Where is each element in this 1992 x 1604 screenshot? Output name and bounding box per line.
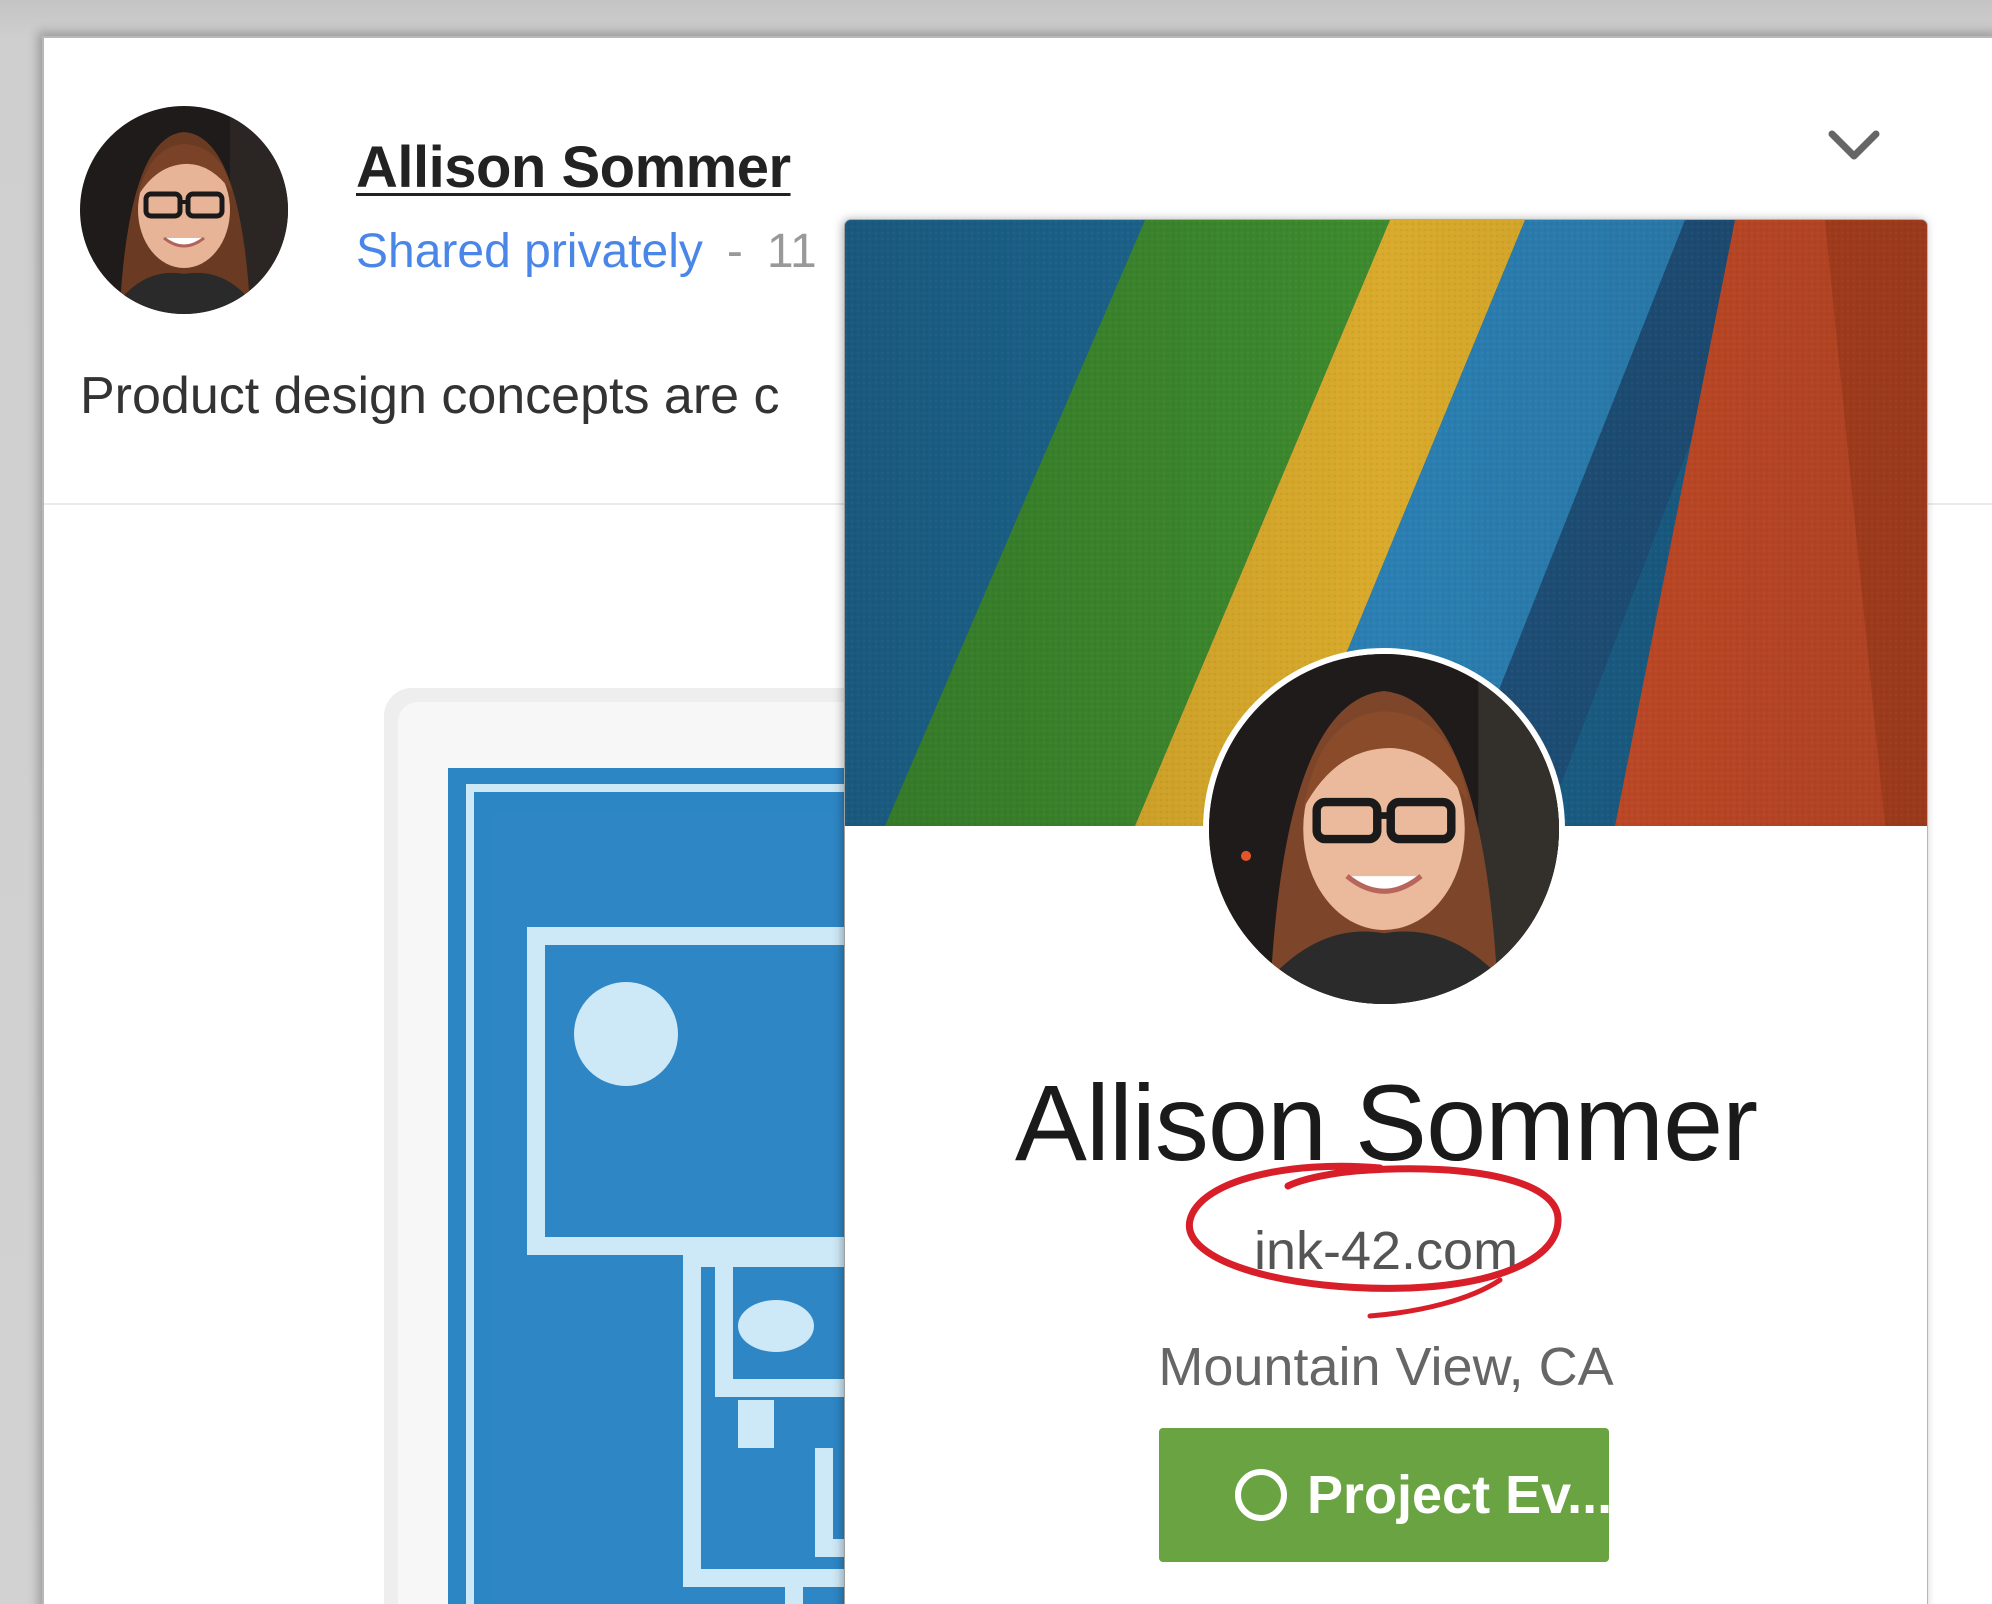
attachment-preview-image[interactable] <box>384 688 913 1604</box>
project-button-label: Project Ev... <box>1307 1465 1609 1525</box>
screen: Allison Sommer Shared privately -11 Produ… <box>0 0 1992 1604</box>
website-link[interactable]: ink-42.com <box>1254 1221 1518 1281</box>
project-button[interactable]: Project Ev... <box>1159 1428 1609 1562</box>
profile-hovercard: Allison Sommer ink-42.com Mountain View,… <box>845 220 1927 1604</box>
post-author-avatar[interactable] <box>80 106 288 314</box>
post-time[interactable]: 11 <box>767 225 817 278</box>
circle-outline-icon <box>1235 1469 1287 1521</box>
location-text: Mountain View, CA <box>1158 1337 1614 1397</box>
post-meta: Shared privately -11 <box>356 224 817 279</box>
hovercard-avatar[interactable] <box>1203 648 1565 1010</box>
hovercard-name[interactable]: Allison Sommer <box>845 1060 1927 1185</box>
meta-separator: - <box>726 225 743 278</box>
post-author-name[interactable]: Allison Sommer <box>356 134 791 201</box>
visibility-link[interactable]: Shared privately <box>356 225 703 278</box>
chevron-down-icon[interactable] <box>1824 120 1884 170</box>
website-row: ink-42.com <box>845 1220 1927 1282</box>
post-body-text: Product design concepts are c <box>80 367 780 425</box>
